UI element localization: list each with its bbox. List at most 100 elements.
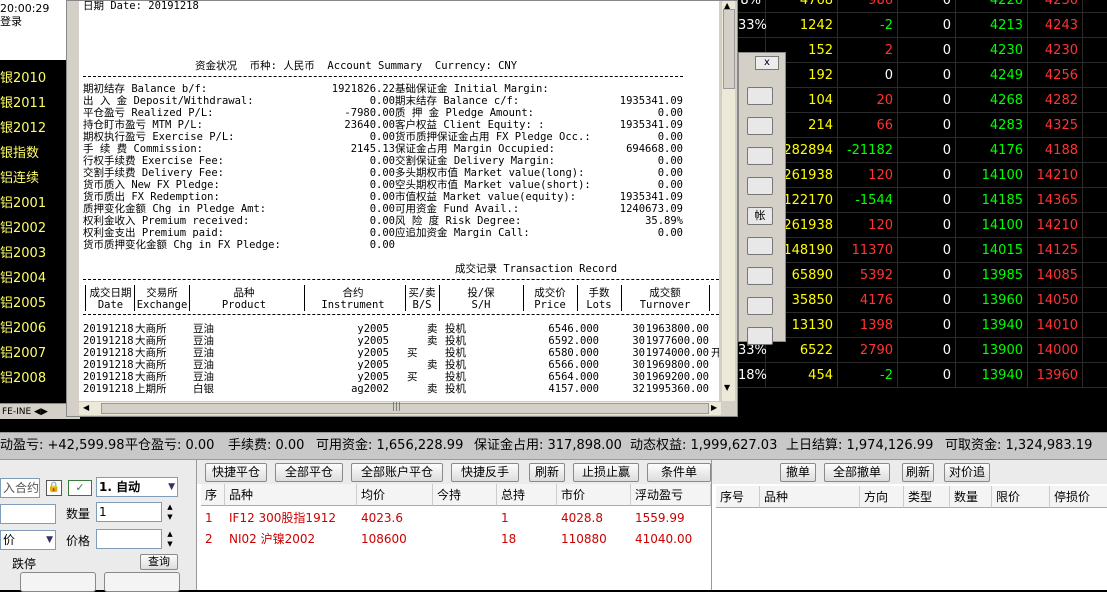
dialog-button[interactable] [747,327,773,345]
dialog-button[interactable] [747,297,773,315]
vertical-scroll-thumb[interactable] [723,9,735,89]
quote-cell: 13985 [956,263,1028,288]
order-action-button[interactable]: 刷新 [902,463,934,482]
orders-column-header[interactable]: 停损价 [1050,486,1107,508]
statement-horizontal-scrollbar[interactable]: ◀ ||| ▶ [79,401,721,415]
summary-label: 可用资金 Fund Avail.: [395,203,520,215]
quote-row[interactable]: 152 2 0 4230 4230 [738,38,1107,63]
dialog-button[interactable] [747,117,773,135]
summary-value: 1240673.09 [619,203,683,215]
quote-cell: 986 [838,0,898,13]
quote-row[interactable]: 214 66 0 4283 4325 [738,113,1107,138]
quote-row[interactable]: 122170 -1544 0 14185 14365 [738,188,1107,213]
orders-column-header[interactable]: 序号 [716,486,760,508]
tx-cell: 20191218 [83,335,134,347]
summary-value: 1921826.22 [331,83,395,95]
quote-cell: 2790 [838,338,898,363]
tx-cell: 30 [632,323,645,335]
position-cell: 108600 [361,532,407,546]
summary-label: 基础保证金 Initial Margin: [395,83,549,95]
horizontal-scroll-thumb[interactable]: ||| [101,402,709,414]
dialog-button[interactable] [747,87,773,105]
price-stepper[interactable]: ▲ ▼ [163,529,177,549]
quote-cell: 11370 [838,238,898,263]
position-action-button[interactable]: 止损止赢 [573,463,639,482]
tx-cell: 6592.000 [548,335,599,347]
position-action-button[interactable]: 条件单 [647,463,711,482]
order-action-button[interactable]: 撤单 [780,463,816,482]
dialog-button[interactable]: 帐 [747,207,773,225]
scroll-left-icon[interactable]: ◀ [83,403,89,412]
quote-row[interactable]: 13130 1398 0 13940 14010 [738,313,1107,338]
query-button[interactable]: 查询 [140,554,178,570]
account-field[interactable] [0,504,56,524]
summary-value: 0.00 [657,107,683,119]
position-action-button[interactable]: 快捷平仓 [205,463,267,482]
summary-value: 1935341.09 [619,191,683,203]
quote-cell: 4220 [956,0,1028,13]
summary-label: 货币质押变化金额 Chg in FX Pledge: [83,239,281,251]
orders-column-header[interactable]: 方向 [860,486,904,508]
positions-column-header[interactable]: 均价 [357,484,433,506]
contract-input[interactable]: 入合约 [0,478,40,498]
quote-row[interactable]: 261938 120 0 14100 14210 [738,163,1107,188]
position-action-button[interactable]: 刷新 [529,463,565,482]
positions-column-header[interactable]: 市价 [557,484,631,506]
quote-row[interactable]: 33% 6522 2790 0 13900 14000 [738,338,1107,363]
scroll-down-icon[interactable]: ▼ [724,383,730,392]
dialog-button[interactable] [747,177,773,195]
price-type-select[interactable]: 价 ▼ [0,530,56,550]
dialog-close-icon[interactable]: x [755,56,779,70]
quote-row[interactable]: 8% 4768 986 0 4220 4230 [738,0,1107,13]
order-action-button[interactable]: 对价追 [944,463,990,482]
quote-row[interactable]: 33% 1242 -2 0 4213 4243 [738,13,1107,38]
position-row[interactable]: 1 IF12 300股指1912 4023.6 1 4028.8 1559.99 [197,508,712,528]
quote-row[interactable]: 35850 4176 0 13960 14050 [738,288,1107,313]
qty-input[interactable]: 1 [96,502,162,522]
order-action-button[interactable]: 全部撤单 [824,463,890,482]
position-cell: 41040.00 [635,532,693,546]
quote-row[interactable]: 192 0 0 4249 4256 [738,63,1107,88]
quote-row[interactable]: 148190 11370 0 14015 14125 [738,238,1107,263]
position-action-button[interactable]: 快捷反手 [451,463,519,482]
positions-column-header[interactable]: 序 [201,484,225,506]
dialog-button[interactable] [747,147,773,165]
quote-cell: 4176 [956,138,1028,163]
summary-label: 期末结存 Balance c/f: [395,95,520,107]
dialog-button[interactable] [747,267,773,285]
sell-button[interactable] [104,572,180,592]
statement-vertical-scrollbar[interactable]: ▲ ▼ [721,1,735,401]
position-action-button[interactable]: 全部账户平仓 [351,463,443,482]
orders-column-header[interactable]: 限价 [992,486,1050,508]
orders-column-header[interactable]: 类型 [904,486,950,508]
mode-select[interactable]: 1. 自动 ▼ [96,477,178,497]
positions-column-header[interactable]: 品种 [225,484,357,506]
lock-icon[interactable]: 🔒 [46,480,62,496]
quote-row[interactable]: 18% 454 -2 0 13940 13960 [738,363,1107,388]
quote-cell: 0 [898,238,956,263]
dialog-button[interactable] [747,237,773,255]
price-input[interactable] [96,529,162,549]
quote-row[interactable]: 65890 5392 0 13985 14085 [738,263,1107,288]
scroll-right-icon[interactable]: ▶ [711,403,717,412]
checkbox-icon[interactable]: ✓ [68,480,92,496]
positions-column-header[interactable]: 浮动盈亏 [631,484,711,506]
quote-row[interactable]: 104 20 0 4268 4282 [738,88,1107,113]
summary-value: 0.00 [657,155,683,167]
position-row[interactable]: 2 NI02 沪镍2002 108600 18 110880 41040.00 [197,529,712,549]
buy-button[interactable] [20,572,96,592]
tx-header: 合约 [342,287,364,299]
orders-column-header[interactable]: 数量 [950,486,992,508]
tx-cell: 卖 [427,359,438,371]
quote-cell: 0 [898,113,956,138]
position-action-button[interactable]: 全部平仓 [275,463,343,482]
quote-row[interactable]: 261938 120 0 14100 14210 [738,213,1107,238]
column-separator [304,285,305,311]
tx-cell: 卖 [427,323,438,335]
quote-cell: 8% [738,0,766,13]
qty-stepper[interactable]: ▲ ▼ [163,502,177,522]
quote-row[interactable]: 282894 -21182 0 4176 4188 [738,138,1107,163]
positions-column-header[interactable]: 今持 [433,484,497,506]
positions-column-header[interactable]: 总持 [497,484,557,506]
orders-column-header[interactable]: 品种 [760,486,860,508]
